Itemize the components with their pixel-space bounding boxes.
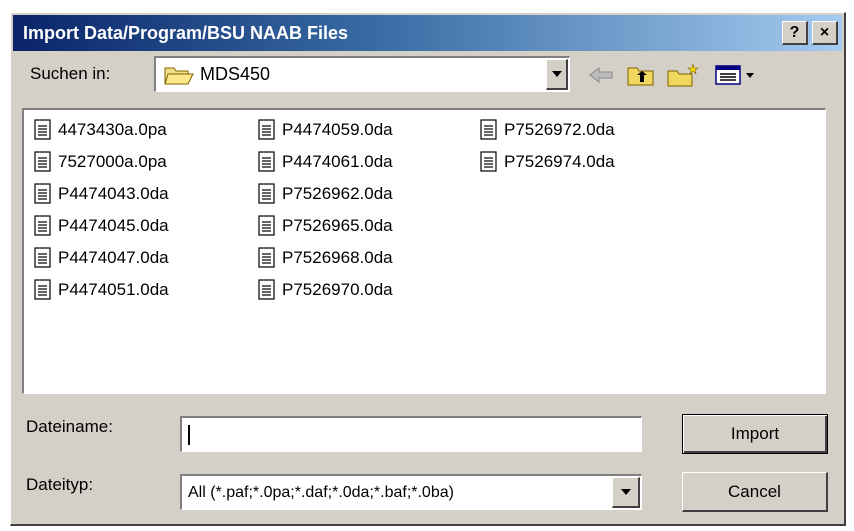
file-item[interactable]: P4474059.0da xyxy=(258,116,393,144)
file-name: P4474045.0da xyxy=(58,216,169,235)
file-name: 4473430a.0pa xyxy=(58,120,167,139)
file-item[interactable]: P7526974.0da xyxy=(480,148,615,176)
document-icon xyxy=(480,119,497,140)
chevron-down-icon xyxy=(620,489,631,495)
document-icon xyxy=(258,151,275,172)
filetype-dropdown-button[interactable] xyxy=(612,477,640,508)
lookin-dropdown[interactable]: MDS450 xyxy=(154,56,570,92)
document-icon xyxy=(258,119,275,140)
document-icon xyxy=(258,279,275,300)
file-name: P4474047.0da xyxy=(58,248,169,267)
file-item[interactable]: 4473430a.0pa xyxy=(34,116,167,144)
filetype-value: All (*.paf;*.0pa;*.daf;*.0da;*.baf;*.0ba… xyxy=(188,484,454,501)
document-icon xyxy=(34,151,51,172)
document-icon xyxy=(34,215,51,236)
filetype-dropdown[interactable]: All (*.paf;*.0pa;*.daf;*.0da;*.baf;*.0ba… xyxy=(180,474,642,510)
file-name: P4474061.0da xyxy=(282,152,393,171)
file-item[interactable]: P4474047.0da xyxy=(34,244,169,272)
chevron-down-icon xyxy=(551,71,562,77)
file-item[interactable]: P4474043.0da xyxy=(34,180,169,208)
file-name: P7526974.0da xyxy=(504,152,615,171)
document-icon xyxy=(34,183,51,204)
new-folder-icon[interactable] xyxy=(666,62,700,88)
filename-label: Dateiname: xyxy=(26,417,113,436)
back-arrow-icon[interactable] xyxy=(586,62,616,88)
file-item[interactable]: P7526972.0da xyxy=(480,116,615,144)
document-icon xyxy=(258,215,275,236)
document-icon xyxy=(34,247,51,268)
text-caret xyxy=(188,425,190,445)
file-name: P7526962.0da xyxy=(282,184,393,203)
file-name: P7526972.0da xyxy=(504,120,615,139)
file-item[interactable]: P4474061.0da xyxy=(258,148,393,176)
filename-input[interactable] xyxy=(180,416,642,452)
file-name: P7526970.0da xyxy=(282,280,393,299)
document-icon xyxy=(34,119,51,140)
file-name: P7526968.0da xyxy=(282,248,393,267)
views-menu-icon[interactable] xyxy=(714,62,760,88)
file-list[interactable]: 4473430a.0pa 7527000a.0pa P4474043.0da P447… xyxy=(22,108,826,394)
file-item[interactable]: P7526970.0da xyxy=(258,276,393,304)
file-item[interactable]: P4474051.0da xyxy=(34,276,169,304)
window-title: Import Data/Program/BSU NAAB Files xyxy=(23,23,349,43)
file-name: P4474059.0da xyxy=(282,120,393,139)
help-button[interactable]: ? xyxy=(782,21,808,45)
document-icon xyxy=(258,183,275,204)
lookin-dropdown-button[interactable] xyxy=(546,59,568,90)
file-name: P4474051.0da xyxy=(58,280,169,299)
file-name: 7527000a.0pa xyxy=(58,152,167,171)
import-button[interactable]: Import xyxy=(682,414,828,454)
file-name: P4474043.0da xyxy=(58,184,169,203)
file-item[interactable]: P4474045.0da xyxy=(34,212,169,240)
document-icon xyxy=(480,151,497,172)
document-icon xyxy=(34,279,51,300)
file-item[interactable]: P7526965.0da xyxy=(258,212,393,240)
lookin-value: MDS450 xyxy=(200,64,271,84)
cancel-button[interactable]: Cancel xyxy=(682,472,828,512)
title-bar[interactable]: Import Data/Program/BSU NAAB Files ? × xyxy=(13,15,842,51)
file-item[interactable]: P7526968.0da xyxy=(258,244,393,272)
folder-icon xyxy=(164,67,194,85)
file-item[interactable]: P7526962.0da xyxy=(258,180,393,208)
lookin-label: Suchen in: xyxy=(30,64,111,83)
up-folder-icon[interactable] xyxy=(626,62,656,88)
file-item[interactable]: 7527000a.0pa xyxy=(34,148,167,176)
document-icon xyxy=(258,247,275,268)
file-name: P7526965.0da xyxy=(282,216,393,235)
filetype-label: Dateityp: xyxy=(26,475,94,494)
close-button[interactable]: × xyxy=(812,21,838,45)
